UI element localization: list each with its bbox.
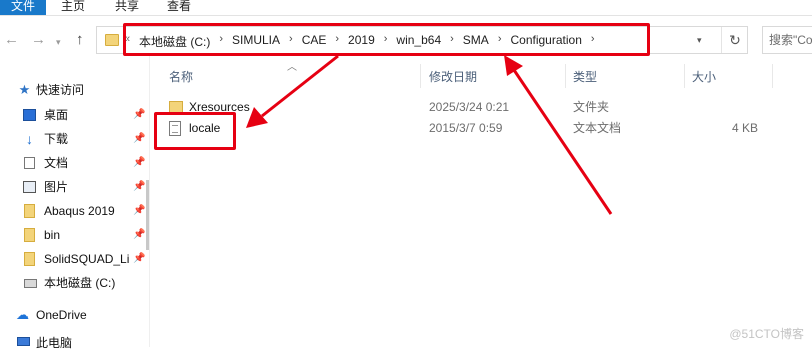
breadcrumb-item-configuration[interactable]: Configuration <box>510 33 581 50</box>
sort-ascending-icon: ︿ <box>287 62 297 73</box>
download-icon: ↓ <box>26 131 33 147</box>
document-icon <box>24 157 35 169</box>
sidebar-item-label: 桌面 <box>44 108 69 122</box>
sidebar-item-label: 此电脑 <box>36 336 73 350</box>
breadcrumb-separator[interactable]: › <box>450 33 454 50</box>
sidebar-item-label: OneDrive <box>36 308 87 322</box>
breadcrumb-separator[interactable]: › <box>219 33 223 50</box>
folder-icon <box>105 34 119 46</box>
column-header-size[interactable]: 大小 <box>692 67 716 87</box>
breadcrumb-item-2019[interactable]: 2019 <box>348 33 375 50</box>
file-size: 4 KB <box>731 121 758 135</box>
folder-icon <box>24 204 35 218</box>
picture-icon <box>23 181 36 193</box>
sidebar-item-abaqus-2019[interactable]: Abaqus 2019 📌 <box>0 201 148 221</box>
file-row-locale[interactable]: locale 2015/3/7 0:59 文本文档 4 KB <box>152 118 812 139</box>
ribbon-tabs: 文件 主页 共享 查看 <box>0 0 812 16</box>
column-divider[interactable] <box>772 64 773 88</box>
pin-icon: 📌 <box>133 205 146 216</box>
tab-share[interactable]: 共享 <box>115 0 139 15</box>
file-row-xresources[interactable]: Xresources 2025/3/24 0:21 文件夹 <box>152 97 812 118</box>
recent-locations-button[interactable]: ▾ <box>56 34 61 50</box>
pin-icon: 📌 <box>133 157 146 168</box>
sidebar-item-label: 图片 <box>44 180 69 194</box>
pin-icon: 📌 <box>133 253 146 264</box>
pin-icon: 📌 <box>133 133 146 144</box>
pin-icon: 📌 <box>133 229 146 240</box>
column-divider[interactable] <box>420 64 421 88</box>
column-header-name[interactable]: 名称 <box>169 67 193 87</box>
forward-button[interactable]: → <box>31 32 46 48</box>
refresh-icon: ↻ <box>729 32 741 48</box>
watermark: @51CTO博客 <box>729 327 804 341</box>
sidebar-item-this-pc[interactable]: 此电脑 <box>0 333 148 353</box>
column-divider[interactable] <box>565 64 566 88</box>
breadcrumb-separator[interactable]: › <box>498 33 502 50</box>
breadcrumb-separator[interactable]: › <box>591 33 595 50</box>
pin-icon: 📌 <box>133 181 146 192</box>
computer-icon <box>17 337 30 346</box>
tab-file[interactable]: 文件 <box>0 0 46 15</box>
sidebar-item-local-disk[interactable]: 本地磁盘 (C:) <box>0 273 148 293</box>
breadcrumb-item-sma[interactable]: SMA <box>463 33 489 50</box>
sidebar-item-onedrive[interactable]: ☁ OneDrive <box>0 305 148 325</box>
folder-icon <box>24 252 35 266</box>
back-button[interactable]: ← <box>4 32 19 48</box>
file-name: locale <box>189 121 221 135</box>
sidebar-item-bin[interactable]: bin 📌 <box>0 225 148 245</box>
pane-divider[interactable] <box>149 56 150 347</box>
breadcrumb-item-c-drive[interactable]: 本地磁盘 (C:) <box>139 33 210 50</box>
folder-icon <box>24 228 35 242</box>
arrow-left-icon: ← <box>4 31 19 48</box>
breadcrumb-separator[interactable]: › <box>335 33 339 50</box>
sidebar-item-quick-access[interactable]: ★ 快速访问 <box>0 80 148 100</box>
desktop-icon <box>23 109 36 121</box>
sidebar-item-pictures[interactable]: 图片 📌 <box>0 177 148 197</box>
tab-home[interactable]: 主页 <box>61 0 85 15</box>
breadcrumb-item-win-b64[interactable]: win_b64 <box>396 33 441 50</box>
address-history-button[interactable]: ▾ <box>697 35 702 46</box>
sidebar-item-label: 文档 <box>44 156 69 170</box>
arrow-right-icon: → <box>31 31 46 48</box>
cloud-icon: ☁ <box>16 307 29 322</box>
drive-icon <box>24 279 37 288</box>
up-button[interactable]: ↑ <box>76 32 84 48</box>
file-date: 2015/3/7 0:59 <box>429 121 503 135</box>
breadcrumb-item-simulia[interactable]: SIMULIA <box>232 33 280 50</box>
chevron-down-icon: ▾ <box>56 37 61 47</box>
sidebar-item-label: 下载 <box>44 132 69 146</box>
column-divider[interactable] <box>684 64 685 88</box>
sidebar-item-label: Abaqus 2019 <box>44 204 115 218</box>
sidebar-item-desktop[interactable]: 桌面 📌 <box>0 105 148 125</box>
breadcrumb-separator[interactable]: › <box>384 33 388 50</box>
chevron-down-icon: ▾ <box>697 35 702 45</box>
arrow-up-icon: ↑ <box>76 31 84 48</box>
tab-view[interactable]: 查看 <box>167 0 191 15</box>
breadcrumb-overflow[interactable]: « <box>124 33 130 45</box>
file-type: 文本文档 <box>573 121 622 135</box>
breadcrumb-item-cae[interactable]: CAE <box>302 33 327 50</box>
file-type: 文件夹 <box>573 100 610 114</box>
text-file-icon <box>169 121 181 136</box>
sidebar-item-label: 本地磁盘 (C:) <box>44 276 116 290</box>
sidebar-item-documents[interactable]: 文档 📌 <box>0 153 148 173</box>
file-name: Xresources <box>189 100 250 114</box>
sidebar-item-label: SolidSQUAD_Li <box>44 252 130 266</box>
sidebar-item-label: 快速访问 <box>36 83 85 97</box>
folder-icon <box>169 101 183 114</box>
column-header-type[interactable]: 类型 <box>573 67 597 87</box>
sidebar-item-solidsquad[interactable]: SolidSQUAD_Li 📌 <box>0 249 148 269</box>
sidebar-item-label: bin <box>44 228 61 242</box>
refresh-button[interactable]: ↻ <box>721 27 748 53</box>
breadcrumb: 本地磁盘 (C:) › SIMULIA › CAE › 2019 › win_b… <box>139 33 604 50</box>
column-header-date[interactable]: 修改日期 <box>429 67 477 87</box>
breadcrumb-separator[interactable]: › <box>289 33 293 50</box>
address-bar[interactable]: « 本地磁盘 (C:) › SIMULIA › CAE › 2019 › win… <box>96 26 748 54</box>
search-input[interactable]: 搜索"Co <box>762 26 812 54</box>
pin-icon: 📌 <box>133 109 146 120</box>
file-date: 2025/3/24 0:21 <box>429 100 510 114</box>
star-icon: ★ <box>18 82 31 97</box>
sidebar-item-downloads[interactable]: ↓ 下载 📌 <box>0 129 148 149</box>
